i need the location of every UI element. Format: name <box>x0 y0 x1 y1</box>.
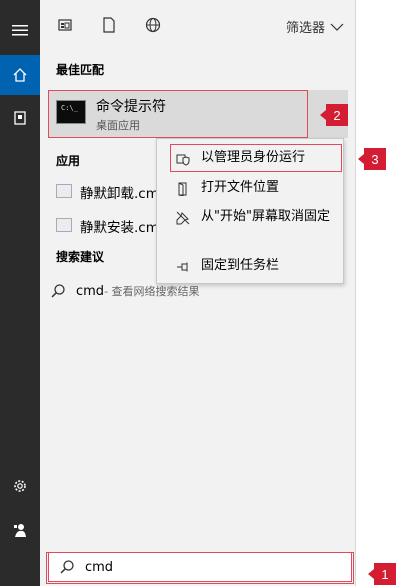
home-icon <box>13 68 27 82</box>
annotation-badge-1: 1 <box>368 563 396 585</box>
app-label: 静默安装.cmd <box>80 220 168 236</box>
script-file-icon <box>56 184 72 198</box>
globe-icon <box>145 17 161 33</box>
chevron-down-icon <box>330 23 344 31</box>
documents-button[interactable] <box>0 98 40 138</box>
menu-item-unpin-from-start[interactable]: 从"开始"屏幕取消固定 <box>157 208 343 226</box>
menu-item-open-file-location[interactable]: 打开文件位置 <box>157 179 343 197</box>
user-icon <box>14 524 26 537</box>
script-file-icon <box>56 218 72 232</box>
search-icon <box>51 284 65 298</box>
documents-filter-button[interactable] <box>98 14 120 36</box>
apps-filter-button[interactable] <box>54 14 76 36</box>
gear-icon <box>14 480 26 492</box>
menu-item-label: 固定到任务栏 <box>201 258 280 273</box>
hamburger-menu-button[interactable] <box>0 10 40 50</box>
folder-open-icon <box>175 181 191 197</box>
web-filter-button[interactable] <box>142 14 164 36</box>
pin-icon <box>175 259 191 275</box>
annotation-badge-2: 2 <box>320 104 348 126</box>
filter-label: 筛选器 <box>285 21 325 36</box>
apps-icon <box>58 19 72 31</box>
suggestion-suffix: - 查看网络搜索结果 <box>104 285 200 298</box>
search-toolbar: 筛选器 <box>40 0 356 52</box>
highlight-run-as-admin <box>170 144 342 172</box>
apps-heading: 应用 <box>56 154 81 168</box>
filter-dropdown[interactable]: 筛选器 <box>286 17 344 36</box>
settings-button[interactable] <box>0 466 40 506</box>
highlight-search-box <box>46 552 354 584</box>
user-button[interactable] <box>0 510 40 550</box>
left-rail <box>0 0 40 586</box>
search-panel: 筛选器 最佳匹配 C:\_ 命令提示符 桌面应用 应用 静默卸载.cmd 静默安… <box>40 0 356 586</box>
annotation-badge-3: 3 <box>358 148 386 170</box>
menu-item-label: 打开文件位置 <box>201 180 280 195</box>
document-icon <box>14 111 26 125</box>
menu-item-pin-to-taskbar[interactable]: 固定到任务栏 <box>157 257 343 275</box>
hamburger-icon <box>12 25 28 36</box>
unpin-icon <box>175 210 191 226</box>
app-label: 静默卸载.cmd <box>80 186 168 202</box>
suggestion-query: cmd <box>76 283 105 299</box>
home-button[interactable] <box>0 55 40 95</box>
suggestions-heading: 搜索建议 <box>56 250 105 264</box>
highlight-best-match <box>48 90 308 138</box>
best-match-heading: 最佳匹配 <box>56 63 105 77</box>
file-icon <box>103 17 115 33</box>
menu-item-label: 从"开始"屏幕取消固定 <box>201 209 330 224</box>
